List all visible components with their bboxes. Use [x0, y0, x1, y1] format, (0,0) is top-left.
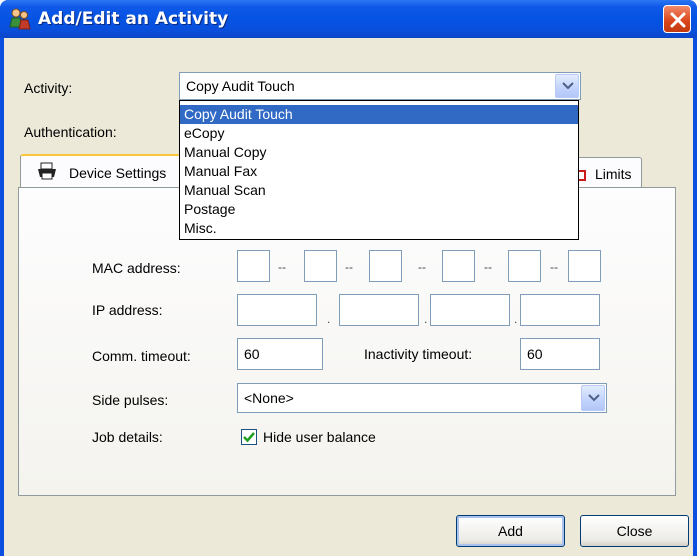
tab-device-settings-label: Device Settings — [69, 165, 167, 181]
inactivity-timeout-input[interactable]: 60 — [520, 338, 600, 370]
window-title: Add/Edit an Activity — [38, 9, 229, 29]
mac-address-part-2[interactable] — [304, 250, 337, 282]
mac-address-label: MAC address: — [92, 260, 181, 276]
comm-timeout-label: Comm. timeout: — [92, 348, 191, 364]
tab-limits-label: Limits — [595, 166, 632, 182]
add-button[interactable]: Add — [456, 515, 565, 547]
mac-separator: -- — [550, 260, 558, 274]
side-pulses-selected-value: <None> — [244, 390, 294, 406]
ip-separator: . — [514, 312, 518, 326]
dropdown-option[interactable]: Copy Audit Touch — [180, 105, 578, 124]
dialog-window: Add/Edit an Activity Activity: Copy Audi… — [0, 0, 697, 556]
mac-separator: -- — [278, 260, 286, 274]
mac-address-part-1[interactable] — [237, 250, 270, 282]
dialog-body: Activity: Copy Audit Touch Copy Audit To… — [4, 38, 693, 556]
authentication-label: Authentication: — [24, 124, 117, 140]
ip-address-octet-2[interactable] — [339, 294, 419, 326]
mac-address-part-4[interactable] — [442, 250, 475, 282]
mac-address-part-5[interactable] — [508, 250, 541, 282]
ip-separator: . — [327, 312, 331, 326]
title-bar[interactable]: Add/Edit an Activity — [0, 0, 697, 38]
job-details-label: Job details: — [92, 429, 163, 445]
dropdown-option[interactable]: Misc. — [180, 219, 578, 238]
ip-address-octet-4[interactable] — [520, 294, 600, 326]
close-button[interactable]: Close — [580, 515, 689, 547]
activity-selected-value: Copy Audit Touch — [186, 78, 295, 94]
close-icon — [670, 12, 686, 28]
dropdown-option[interactable]: Manual Scan — [180, 181, 578, 200]
side-pulses-dropdown-button[interactable] — [581, 385, 605, 411]
mac-address-part-6[interactable] — [568, 250, 601, 282]
side-pulses-select[interactable]: <None> — [237, 383, 607, 413]
mac-address-part-3[interactable] — [369, 250, 402, 282]
activity-select[interactable]: Copy Audit Touch — [179, 72, 581, 100]
ip-separator: . — [424, 312, 428, 326]
dropdown-option[interactable]: eCopy — [180, 124, 578, 143]
printer-icon — [37, 162, 57, 183]
ip-address-octet-1[interactable] — [237, 294, 317, 326]
activity-dropdown-button[interactable] — [555, 74, 579, 98]
mac-separator: -- — [484, 260, 492, 274]
activity-dropdown-list: Copy Audit Touch eCopy Manual Copy Manua… — [179, 100, 579, 240]
mac-separator: -- — [418, 260, 426, 274]
inactivity-timeout-label: Inactivity timeout: — [364, 346, 473, 362]
hide-user-balance-checkbox[interactable] — [241, 429, 257, 445]
chevron-down-icon — [562, 82, 574, 90]
people-icon — [8, 7, 32, 31]
tab-device-settings[interactable]: Device Settings — [20, 154, 182, 188]
side-pulses-label: Side pulses: — [92, 392, 169, 408]
activity-label: Activity: — [24, 80, 73, 96]
comm-timeout-input[interactable]: 60 — [237, 338, 323, 370]
dropdown-option[interactable]: Manual Fax — [180, 162, 578, 181]
close-window-button[interactable] — [663, 5, 691, 33]
dropdown-option[interactable]: Postage — [180, 200, 578, 219]
mac-separator: -- — [345, 260, 353, 274]
hide-user-balance-label[interactable]: Hide user balance — [263, 429, 376, 445]
ip-address-label: IP address: — [92, 302, 163, 318]
chevron-down-icon — [588, 394, 600, 402]
ip-address-octet-3[interactable] — [430, 294, 510, 326]
checkmark-icon — [243, 432, 255, 443]
dropdown-option[interactable]: Manual Copy — [180, 143, 578, 162]
